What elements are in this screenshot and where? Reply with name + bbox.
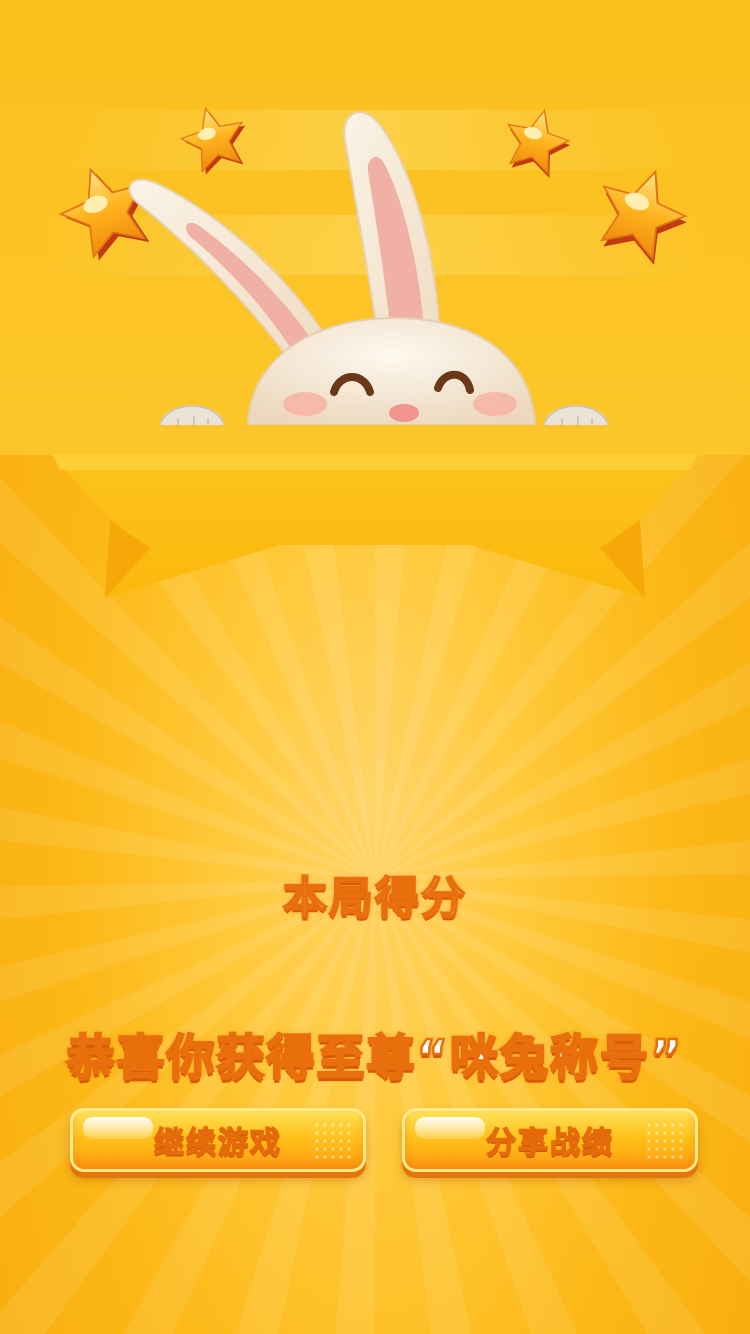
continue-game-button[interactable]: 继续游戏	[70, 1108, 366, 1172]
header-artwork	[0, 99, 750, 598]
congrats-message: 恭喜你获得至尊“咪兔称号”	[65, 1029, 684, 1088]
continue-game-label: 继续游戏	[153, 1125, 282, 1162]
share-results-label: 分享战绩	[485, 1125, 614, 1162]
game-result-screen: 本局得分 恭喜你获得至尊“咪兔称号” 继续游戏 分享战绩	[0, 0, 750, 1334]
share-results-button[interactable]: 分享战绩	[402, 1108, 698, 1172]
star-icon	[583, 156, 701, 272]
score-title: 本局得分	[282, 872, 467, 925]
banner-ribbon	[0, 425, 750, 598]
star-icon	[497, 101, 578, 182]
star-icon	[174, 99, 256, 179]
